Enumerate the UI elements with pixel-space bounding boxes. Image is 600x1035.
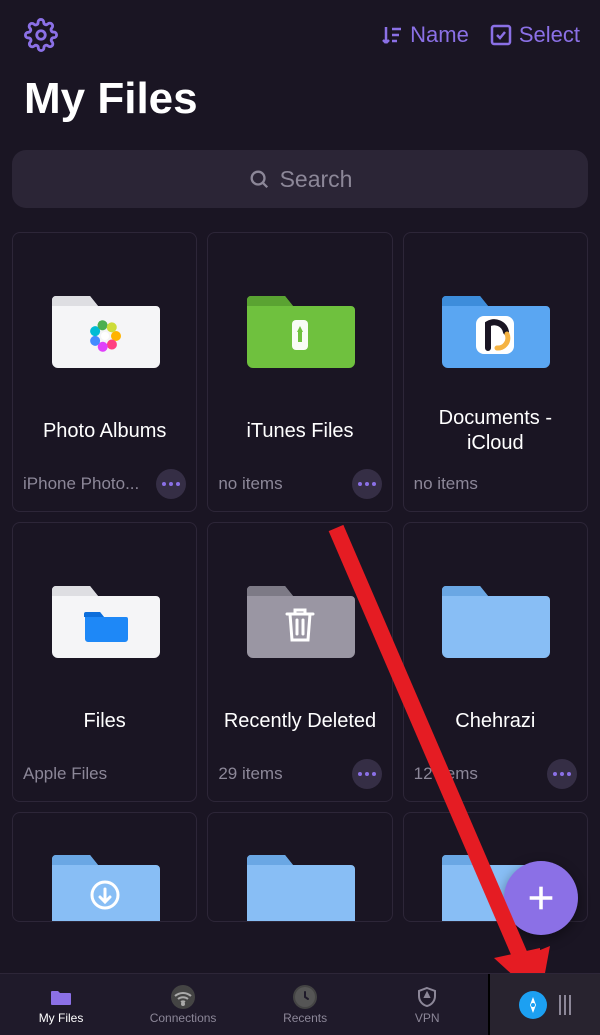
folder-icon: [414, 537, 577, 695]
tab-label: My Files: [39, 1011, 84, 1025]
folder-more-button[interactable]: [352, 469, 382, 499]
folder-tile-documents-icloud[interactable]: Documents - iCloud no items: [403, 232, 588, 512]
folder-subtitle: Apple Files: [23, 764, 107, 784]
folder-subtitle: 29 items: [218, 764, 282, 784]
folder-name: Files: [23, 695, 186, 747]
folder-name: iTunes Files: [218, 405, 381, 457]
folder-tile-files[interactable]: Files Apple Files: [12, 522, 197, 802]
folder-name: Documents - iCloud: [414, 405, 577, 457]
folder-more-button[interactable]: [547, 759, 577, 789]
folder-icon: [218, 841, 381, 922]
checkbox-icon: [489, 23, 513, 47]
tab-vpn[interactable]: VPN: [366, 974, 488, 1035]
compass-icon: [519, 991, 547, 1019]
wifi-icon: [171, 985, 195, 1009]
folder-icon: [414, 247, 577, 405]
tab-bar: My Files Connections Recents VPN: [0, 973, 600, 1035]
add-button[interactable]: [504, 861, 578, 935]
folder-icon: [23, 247, 186, 405]
tab-browser[interactable]: [488, 974, 600, 1035]
sort-button[interactable]: Name: [380, 22, 469, 48]
gear-icon: [24, 18, 58, 52]
tab-label: Connections: [150, 1011, 217, 1025]
folder-tile-itunes[interactable]: iTunes Files no items: [207, 232, 392, 512]
folder-subtitle: no items: [218, 474, 282, 494]
folder-tile-recently-deleted[interactable]: Recently Deleted 29 items: [207, 522, 392, 802]
top-bar: Name Select: [0, 0, 600, 62]
folder-more-button[interactable]: [352, 759, 382, 789]
settings-button[interactable]: [24, 18, 58, 52]
folder-icon: [23, 841, 186, 922]
select-label: Select: [519, 22, 580, 48]
folder-tile-photo-albums[interactable]: Photo Albums iPhone Photo...: [12, 232, 197, 512]
drag-handle-icon: [559, 995, 571, 1015]
folder-tile-partial[interactable]: [207, 812, 392, 922]
folder-tile-partial[interactable]: [12, 812, 197, 922]
folder-name: Recently Deleted: [218, 695, 381, 747]
folder-icon: [49, 985, 73, 1009]
folder-name: Photo Albums: [23, 405, 186, 457]
search-input[interactable]: Search: [12, 150, 588, 208]
folder-name: Chehrazi: [414, 695, 577, 747]
folder-grid: Photo Albums iPhone Photo... iTunes File…: [0, 232, 600, 802]
search-icon: [248, 168, 270, 190]
folder-subtitle: no items: [414, 474, 478, 494]
shield-icon: [415, 985, 439, 1009]
folder-icon: [218, 247, 381, 405]
sort-label: Name: [410, 22, 469, 48]
folder-icon: [218, 537, 381, 695]
tab-label: VPN: [415, 1011, 440, 1025]
folder-tile-chehrazi[interactable]: Chehrazi 12 items: [403, 522, 588, 802]
plus-icon: [524, 881, 558, 915]
tab-recents[interactable]: Recents: [244, 974, 366, 1035]
page-title: My Files: [0, 62, 600, 144]
folder-icon: [23, 537, 186, 695]
select-button[interactable]: Select: [489, 22, 580, 48]
sort-icon: [380, 23, 404, 47]
tab-my-files[interactable]: My Files: [0, 974, 122, 1035]
folder-more-button[interactable]: [156, 469, 186, 499]
folder-subtitle: iPhone Photo...: [23, 474, 139, 494]
tab-label: Recents: [283, 1011, 327, 1025]
folder-subtitle: 12 items: [414, 764, 478, 784]
clock-icon: [293, 985, 317, 1009]
tab-connections[interactable]: Connections: [122, 974, 244, 1035]
search-placeholder: Search: [280, 166, 353, 193]
